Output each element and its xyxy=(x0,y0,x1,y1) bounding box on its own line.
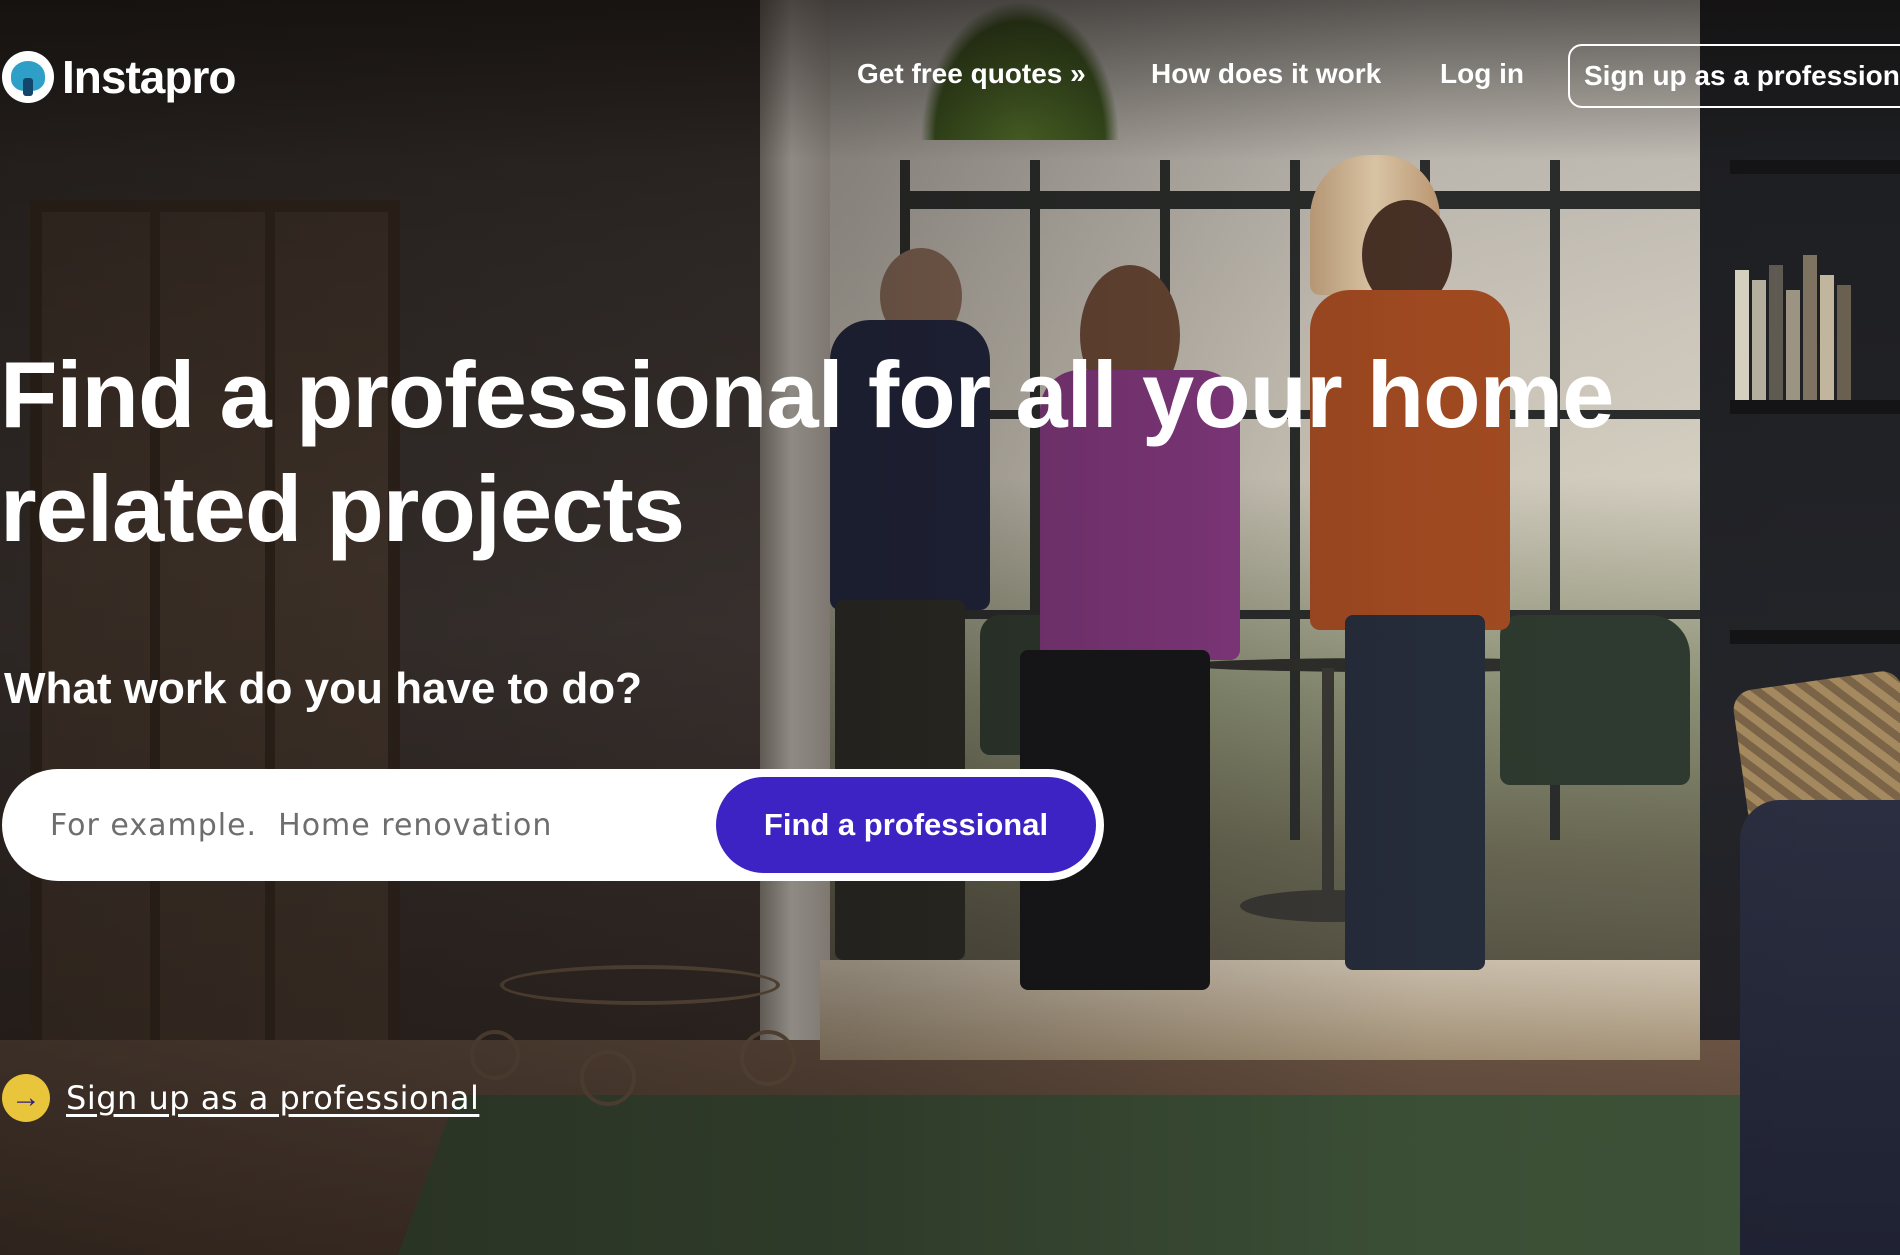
nav-how-it-works[interactable]: How does it work xyxy=(1151,58,1381,90)
hero-headline-line2: related projects xyxy=(0,456,685,561)
find-professional-button[interactable]: Find a professional xyxy=(716,777,1096,873)
search-form: Find a professional xyxy=(2,769,1104,881)
brand-name: Instapro xyxy=(62,51,236,103)
logo-link[interactable]: Instapro xyxy=(2,50,236,104)
search-input[interactable] xyxy=(50,797,690,853)
hero-background-photo xyxy=(0,0,1900,1255)
search-question: What work do you have to do? xyxy=(4,664,642,713)
nav-get-free-quotes[interactable]: Get free quotes » xyxy=(857,58,1086,90)
instapro-logo-icon xyxy=(2,51,54,103)
nav-signup-professional-button[interactable]: Sign up as a professional xyxy=(1568,44,1900,108)
nav-login[interactable]: Log in xyxy=(1440,58,1524,90)
site-header: Instapro Get free quotes » How does it w… xyxy=(0,44,1900,108)
signup-professional-link-text: Sign up as a professional xyxy=(66,1079,480,1117)
dark-gradient-overlay xyxy=(0,0,1900,1255)
hero-headline: Find a professional for all your home re… xyxy=(0,338,1680,566)
hero-headline-line1: Find a professional for all your home xyxy=(0,342,1614,447)
arrow-right-icon: → xyxy=(2,1074,50,1122)
signup-professional-link[interactable]: → Sign up as a professional xyxy=(2,1074,479,1122)
hero-section: Instapro Get free quotes » How does it w… xyxy=(0,0,1900,1255)
